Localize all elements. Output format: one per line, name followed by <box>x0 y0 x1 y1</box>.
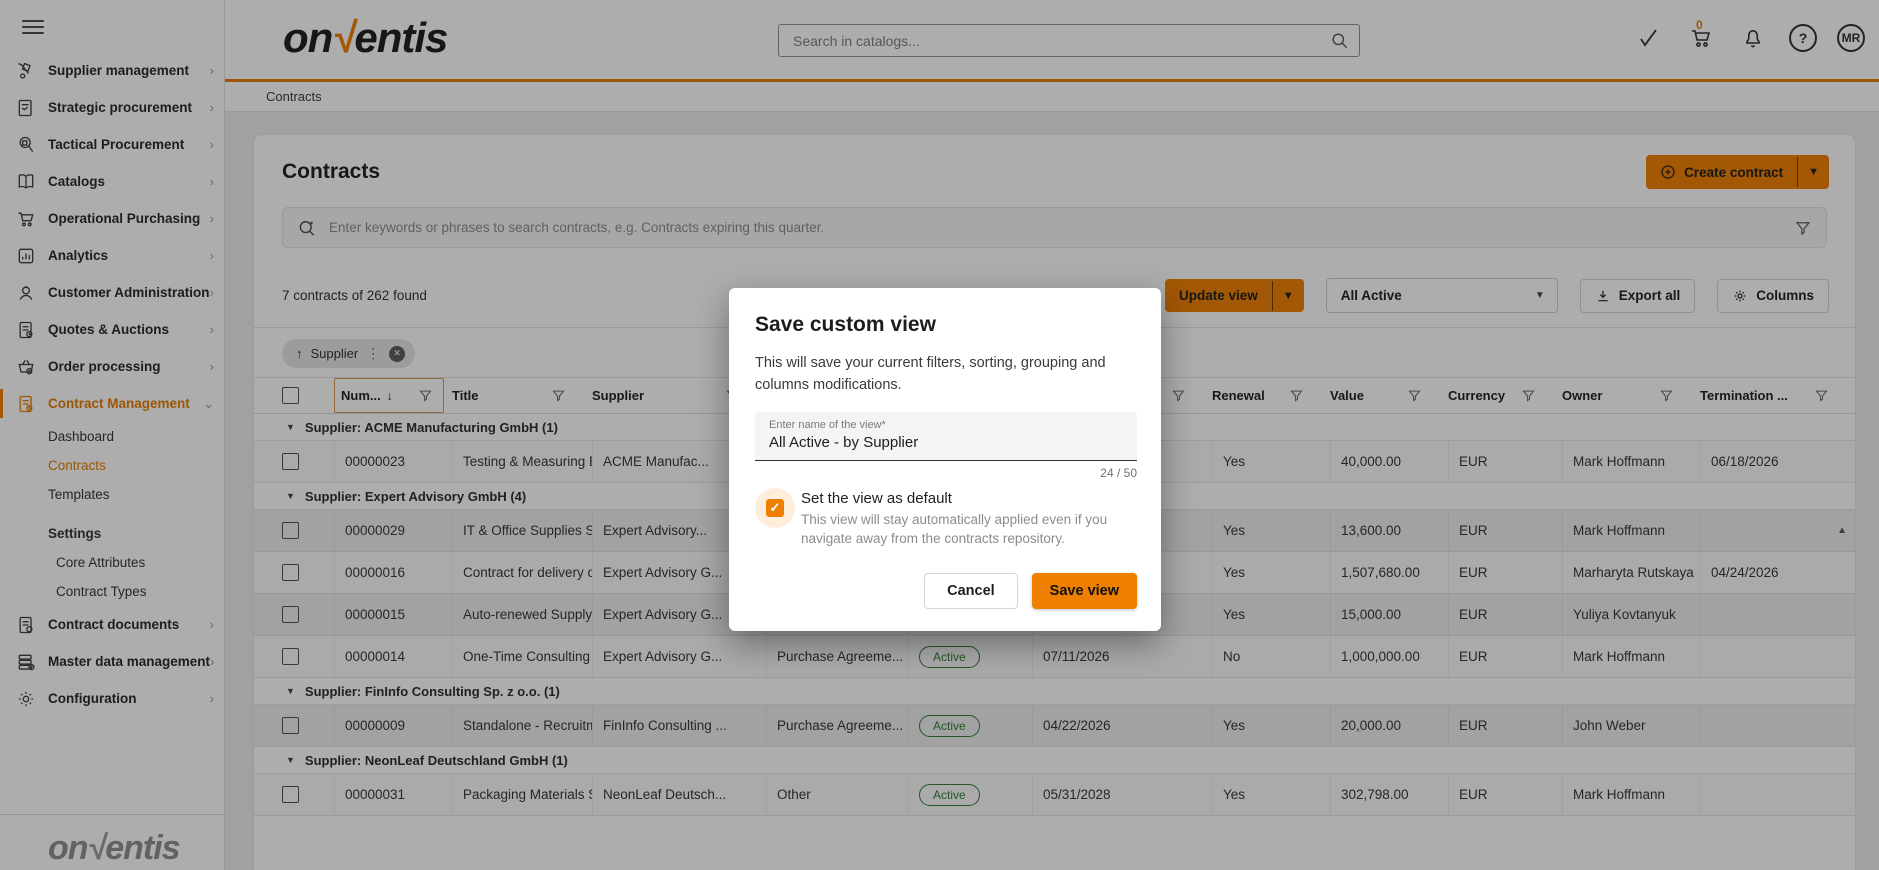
dialog-title: Save custom view <box>755 313 1137 337</box>
default-view-checkbox[interactable]: ✓ <box>766 499 784 517</box>
save-view-dialog: Save custom view This will save your cur… <box>729 288 1161 631</box>
cancel-button[interactable]: Cancel <box>924 573 1018 609</box>
checkbox-helper-text: This view will stay automatically applie… <box>801 510 1137 549</box>
save-view-button[interactable]: Save view <box>1032 573 1137 609</box>
default-view-option: ✓ Set the view as default This view will… <box>755 488 1137 549</box>
view-name-field: Enter name of the view* <box>755 412 1137 461</box>
dialog-description: This will save your current filters, sor… <box>755 353 1137 397</box>
checkbox-halo[interactable]: ✓ <box>755 488 795 528</box>
view-name-label: Enter name of the view* <box>769 419 1123 431</box>
checkbox-label[interactable]: Set the view as default <box>801 490 1137 507</box>
view-name-input[interactable] <box>769 434 1123 451</box>
dialog-actions: Cancel Save view <box>755 573 1137 609</box>
char-counter: 24 / 50 <box>755 466 1137 480</box>
